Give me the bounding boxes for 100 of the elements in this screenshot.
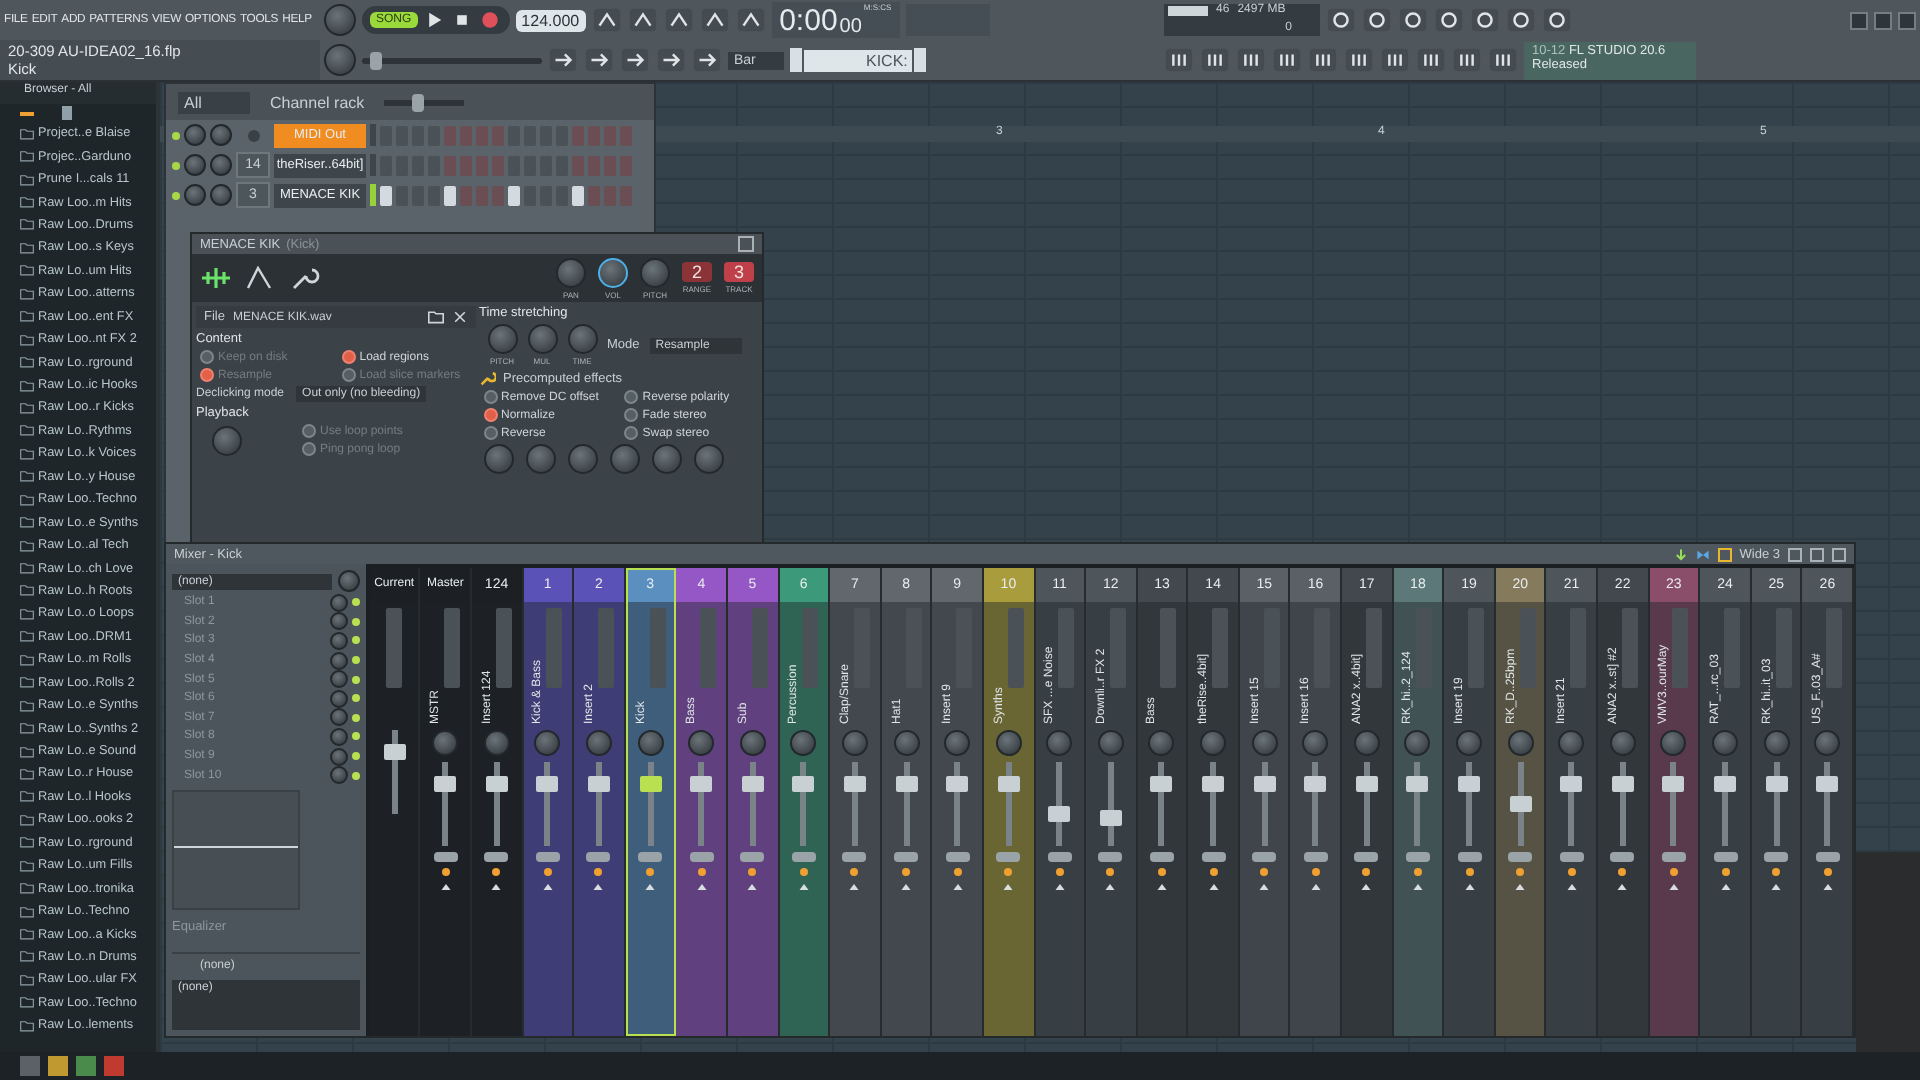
fader-handle[interactable] bbox=[1099, 809, 1122, 826]
route-arrow-icon[interactable] bbox=[439, 882, 452, 892]
fx-led[interactable] bbox=[953, 868, 962, 876]
pan-knob[interactable] bbox=[944, 730, 971, 756]
fader-handle[interactable] bbox=[1048, 806, 1071, 823]
fx-led[interactable] bbox=[594, 868, 603, 876]
fx-led[interactable] bbox=[1772, 868, 1781, 876]
mute-led[interactable] bbox=[172, 161, 180, 169]
arrow-icon[interactable] bbox=[1673, 547, 1688, 561]
envelope-tab-icon[interactable] bbox=[244, 266, 276, 290]
stereo-switch[interactable] bbox=[1098, 852, 1123, 862]
pan-knob[interactable] bbox=[790, 730, 817, 756]
pan-knob[interactable] bbox=[1609, 730, 1636, 756]
toolbar-icon[interactable] bbox=[1164, 46, 1194, 74]
slot-led[interactable] bbox=[351, 732, 360, 741]
route-arrow-icon[interactable] bbox=[1411, 882, 1424, 892]
stereo-switch[interactable] bbox=[1764, 852, 1789, 862]
pan-knob[interactable] bbox=[585, 730, 612, 756]
fader-handle[interactable] bbox=[792, 775, 815, 792]
fx-led[interactable] bbox=[1106, 868, 1115, 876]
stereo-switch[interactable] bbox=[1149, 852, 1174, 862]
route-arrow-icon[interactable] bbox=[1616, 882, 1629, 892]
fader-handle[interactable] bbox=[843, 775, 866, 792]
toolbar-icon[interactable] bbox=[656, 46, 686, 74]
toolbar-icon[interactable] bbox=[1236, 46, 1266, 74]
route-arrow-icon[interactable] bbox=[1565, 882, 1578, 892]
pan-knob[interactable] bbox=[1097, 730, 1124, 756]
pan-knob[interactable] bbox=[1251, 730, 1278, 756]
pan-knob[interactable] bbox=[534, 730, 561, 756]
fader-handle[interactable] bbox=[1355, 775, 1378, 792]
slot-led[interactable] bbox=[351, 598, 360, 607]
pan-knob[interactable] bbox=[1763, 730, 1790, 756]
pan-knob[interactable] bbox=[1712, 730, 1739, 756]
knob[interactable] bbox=[212, 425, 242, 455]
slot-led[interactable] bbox=[351, 713, 360, 722]
toolbar-icon[interactable] bbox=[1506, 6, 1536, 34]
master-volume-knob[interactable] bbox=[324, 4, 356, 36]
knob[interactable] bbox=[337, 570, 360, 592]
stereo-switch[interactable] bbox=[535, 852, 560, 862]
route-arrow-icon[interactable] bbox=[695, 882, 708, 892]
pan-knob[interactable] bbox=[637, 730, 664, 756]
previous-pattern-button[interactable] bbox=[789, 48, 802, 72]
pan-knob[interactable] bbox=[1148, 730, 1175, 756]
knob[interactable] bbox=[555, 257, 586, 287]
pan-knob[interactable] bbox=[184, 154, 206, 176]
fader-handle[interactable] bbox=[1560, 775, 1583, 792]
stereo-switch[interactable] bbox=[1610, 852, 1635, 862]
fx-led[interactable] bbox=[492, 868, 501, 876]
pattern-selector[interactable]: KICK: bbox=[803, 49, 912, 71]
step-button[interactable] bbox=[380, 185, 392, 205]
toolbar-icon[interactable] bbox=[1200, 46, 1230, 74]
route-arrow-icon[interactable] bbox=[951, 882, 964, 892]
pan-knob[interactable] bbox=[483, 730, 510, 756]
toolbar-icon[interactable] bbox=[1326, 6, 1356, 34]
fader-handle[interactable] bbox=[690, 775, 713, 792]
toolbar-icon[interactable] bbox=[663, 6, 694, 34]
knob[interactable] bbox=[609, 444, 639, 474]
toolbar-icon[interactable] bbox=[1398, 6, 1428, 34]
toolbar-icon[interactable] bbox=[627, 6, 658, 34]
stereo-switch[interactable] bbox=[1303, 852, 1328, 862]
fx-led[interactable] bbox=[1669, 868, 1678, 876]
toolbar-icon[interactable] bbox=[584, 46, 614, 74]
fader-handle[interactable] bbox=[536, 775, 559, 792]
stereo-switch[interactable] bbox=[842, 852, 867, 862]
pan-knob[interactable] bbox=[184, 124, 206, 146]
route-arrow-icon[interactable] bbox=[1514, 882, 1527, 892]
master-pitch-knob[interactable] bbox=[324, 44, 356, 76]
fx-led[interactable] bbox=[1055, 868, 1064, 876]
fader-handle[interactable] bbox=[587, 775, 610, 792]
fader-handle[interactable] bbox=[485, 775, 508, 792]
route-arrow-icon[interactable] bbox=[541, 882, 554, 892]
slot-led[interactable] bbox=[351, 694, 360, 703]
toolbar-icon[interactable] bbox=[1470, 6, 1500, 34]
pan-knob[interactable] bbox=[1660, 730, 1687, 756]
fx-led[interactable] bbox=[1465, 868, 1474, 876]
fader-handle[interactable] bbox=[1253, 775, 1276, 792]
volume-knob[interactable] bbox=[210, 184, 232, 206]
next-pattern-button[interactable] bbox=[913, 48, 926, 72]
fader-handle[interactable] bbox=[1458, 775, 1481, 792]
fader-handle[interactable] bbox=[383, 743, 406, 760]
toolbar-icon[interactable] bbox=[1362, 6, 1392, 34]
route-arrow-icon[interactable] bbox=[746, 882, 759, 892]
route-arrow-icon[interactable] bbox=[1463, 882, 1476, 892]
fader-handle[interactable] bbox=[997, 775, 1020, 792]
toolbar-icon[interactable] bbox=[735, 6, 766, 34]
route-arrow-icon[interactable] bbox=[1155, 882, 1168, 892]
pan-knob[interactable] bbox=[739, 730, 766, 756]
fx-led[interactable] bbox=[1721, 868, 1730, 876]
stereo-switch[interactable] bbox=[1201, 852, 1226, 862]
fader-handle[interactable] bbox=[1202, 775, 1225, 792]
fx-led[interactable] bbox=[1618, 868, 1627, 876]
volume-knob[interactable] bbox=[210, 124, 232, 146]
fx-led[interactable] bbox=[1311, 868, 1320, 876]
pan-knob[interactable] bbox=[1456, 730, 1483, 756]
slot-led[interactable] bbox=[351, 771, 360, 780]
stereo-switch[interactable] bbox=[1047, 852, 1072, 862]
fx-led[interactable] bbox=[1362, 868, 1371, 876]
stereo-switch[interactable] bbox=[1457, 852, 1482, 862]
volume-knob[interactable] bbox=[210, 154, 232, 176]
close-button[interactable] bbox=[1898, 11, 1916, 29]
